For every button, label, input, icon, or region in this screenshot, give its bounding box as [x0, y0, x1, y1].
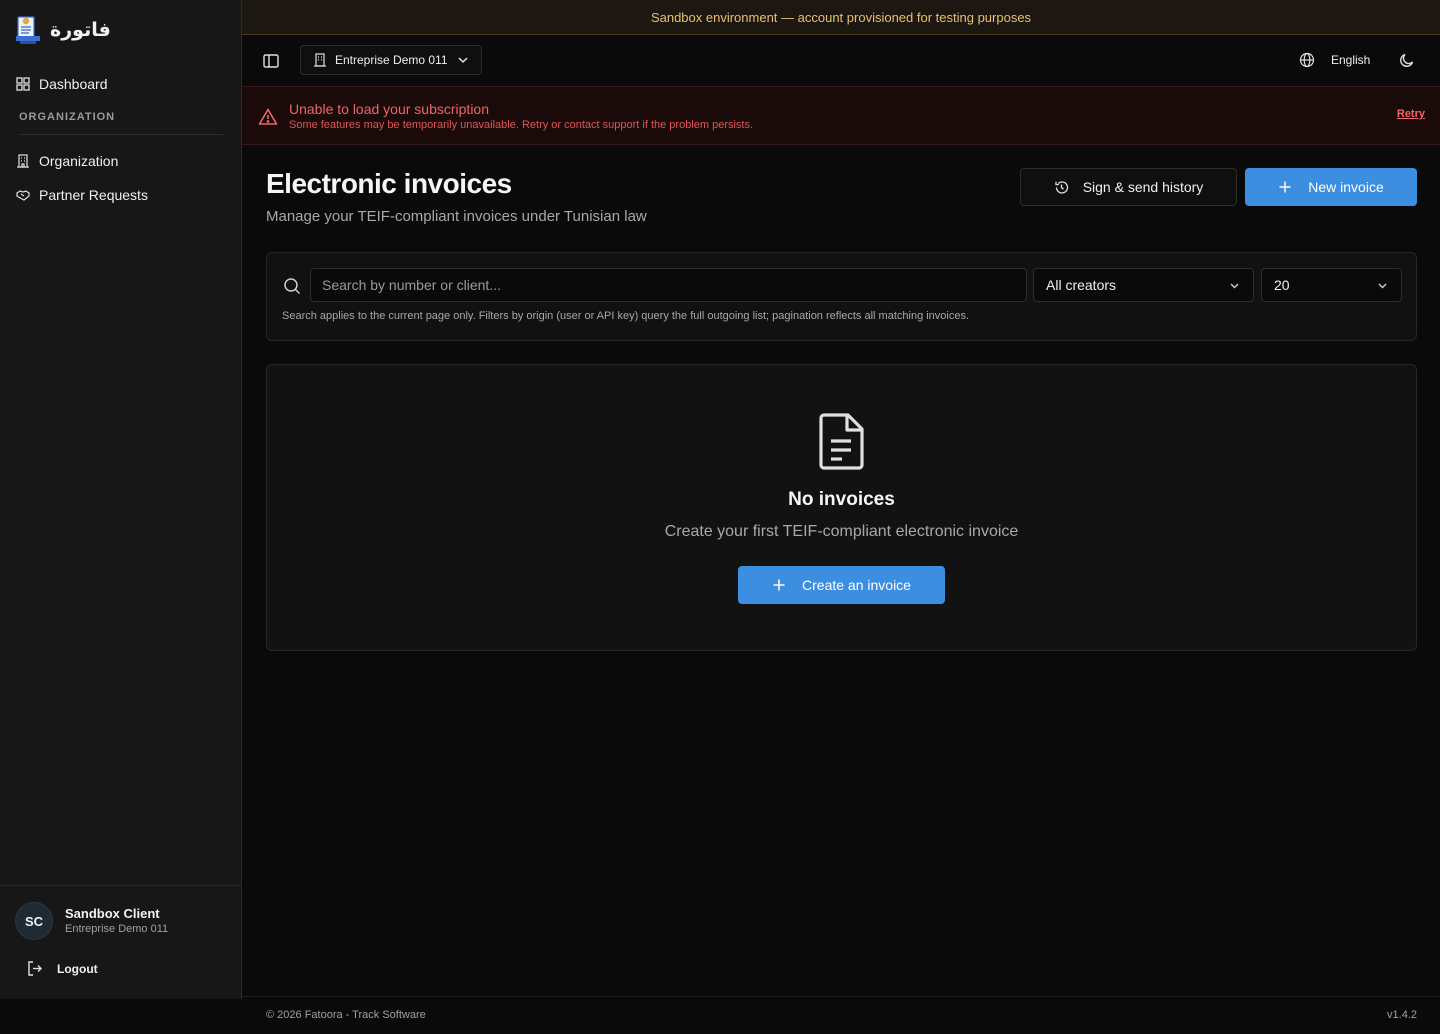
chevron-down-icon [1230, 283, 1239, 288]
creator-select-value: All creators [1046, 277, 1117, 293]
sign-send-history-button[interactable]: Sign & send history [1020, 168, 1237, 206]
user-profile: SC Sandbox Client Entreprise Demo 011 Lo… [0, 885, 241, 999]
building-icon [17, 154, 29, 168]
handshake-icon [16, 190, 30, 201]
dashboard-icon [16, 77, 30, 91]
retry-link[interactable]: Retry [1397, 108, 1425, 120]
page-title: Electronic invoices [266, 168, 512, 199]
sidebar-section-label: ORGANIZATION [19, 111, 116, 123]
sidebar: فاتورة Dashboard ORGANIZATION Organizati… [0, 0, 242, 999]
search-icon [284, 278, 301, 295]
user-name: Sandbox Client [65, 906, 160, 921]
chevron-down-icon [457, 57, 468, 64]
brand-name: فاتورة [50, 19, 111, 41]
history-icon [1055, 180, 1068, 194]
sidebar-item-dashboard[interactable]: Dashboard [0, 69, 241, 99]
sidebar-item-organization[interactable]: Organization [0, 146, 241, 176]
top-bar: Entreprise Demo 011 English [242, 35, 1440, 86]
page-size-value: 20 [1274, 277, 1290, 293]
organization-selector-label: Entreprise Demo 011 [335, 53, 448, 67]
invoice-filters: All creators 20 Search applies to the cu… [266, 252, 1417, 341]
sandbox-banner: Sandbox environment — account provisione… [242, 0, 1440, 35]
logout-button[interactable]: Logout [26, 960, 98, 977]
create-invoice-button[interactable]: Create an invoice [738, 566, 945, 604]
footer: © 2026 Fatoora - Track Software v1.4.2 [242, 996, 1440, 1034]
empty-state-text: Create your first TEIF-compliant electro… [664, 523, 1019, 540]
sidebar-item-label: Organization [39, 153, 119, 169]
page-size-select[interactable]: 20 [1261, 268, 1402, 302]
new-invoice-label: New invoice [1308, 179, 1384, 195]
empty-state-title: No invoices [788, 489, 895, 510]
copyright: © 2026 Fatoora - Track Software [266, 1009, 426, 1021]
creator-select[interactable]: All creators [1033, 268, 1254, 302]
empty-state: No invoices Create your first TEIF-compl… [266, 364, 1417, 651]
create-invoice-label: Create an invoice [802, 577, 911, 593]
subscription-error-alert: Unable to load your subscription Some fe… [242, 86, 1440, 145]
building-icon [314, 53, 326, 67]
chevron-down-icon [1378, 283, 1387, 288]
error-title: Unable to load your subscription [289, 101, 490, 117]
sidebar-item-partner-requests[interactable]: Partner Requests [0, 180, 241, 210]
page-subtitle: Manage your TEIF-compliant invoices unde… [266, 208, 647, 225]
language-label: English [1331, 53, 1371, 67]
sidebar-toggle-icon[interactable] [262, 52, 280, 70]
sidebar-divider [19, 134, 223, 135]
moon-icon[interactable] [1399, 52, 1415, 68]
logout-icon [28, 961, 42, 976]
avatar[interactable]: SC [15, 902, 53, 940]
user-org: Entreprise Demo 011 [65, 923, 169, 935]
organization-selector[interactable]: Entreprise Demo 011 [300, 45, 482, 75]
version-label: v1.4.2 [1387, 1009, 1417, 1021]
sign-send-history-label: Sign & send history [1082, 179, 1204, 195]
app-logo-icon [16, 16, 40, 44]
warning-triangle-icon [258, 108, 278, 125]
file-text-icon [819, 413, 864, 470]
logout-label: Logout [57, 961, 98, 976]
search-input[interactable] [310, 268, 1027, 302]
plus-icon [773, 579, 785, 591]
sidebar-item-label: Dashboard [39, 76, 108, 92]
plus-icon [1279, 181, 1291, 193]
sidebar-item-label: Partner Requests [39, 187, 148, 203]
new-invoice-button[interactable]: New invoice [1245, 168, 1417, 206]
language-selector[interactable]: English [1299, 52, 1370, 68]
search-hint: Search applies to the current page only.… [282, 310, 970, 322]
brand[interactable]: فاتورة [16, 14, 111, 46]
error-message: Some features may be temporarily unavail… [289, 119, 754, 131]
globe-icon [1299, 52, 1315, 68]
